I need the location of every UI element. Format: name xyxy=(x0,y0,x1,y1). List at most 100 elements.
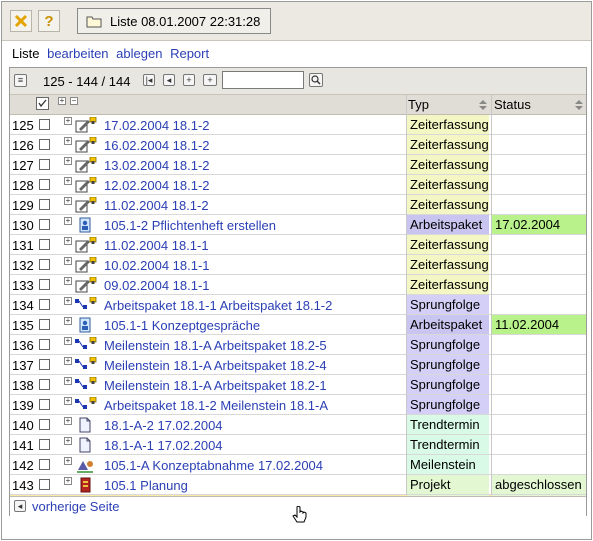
row-checkbox[interactable] xyxy=(39,179,50,190)
previous-page-link[interactable]: vorherige Seite xyxy=(32,499,119,514)
row-name-link[interactable]: 105.1 Planung xyxy=(104,478,188,493)
expand-icon[interactable]: + xyxy=(64,357,72,365)
expand-icon[interactable]: + xyxy=(64,237,72,245)
row-name-link[interactable]: 105.1-1 Konzeptgespräche xyxy=(104,318,260,333)
expand-icon[interactable]: + xyxy=(64,217,72,225)
row-status xyxy=(492,275,586,294)
table-row[interactable]: 132 +10.02.2004 18.1-1 Zeiterfassung xyxy=(10,255,586,275)
expand-icon[interactable]: + xyxy=(64,417,72,425)
list-title-button[interactable]: Liste 08.01.2007 22:31:28 xyxy=(77,8,271,34)
expand-icon[interactable]: + xyxy=(64,177,72,185)
sort-status-icon[interactable] xyxy=(574,99,584,110)
row-name-link[interactable]: 16.02.2004 18.1-2 xyxy=(104,138,210,153)
table-row[interactable]: 126 +16.02.2004 18.1-2 Zeiterfassung xyxy=(10,135,586,155)
row-name-link[interactable]: 105.1-2 Pflichtenheft erstellen xyxy=(104,218,276,233)
table-row[interactable]: 133 +09.02.2004 18.1-1 Zeiterfassung xyxy=(10,275,586,295)
table-row[interactable]: 140 +18.1-A-2 17.02.2004 Trendtermin xyxy=(10,415,586,435)
row-checkbox[interactable] xyxy=(39,419,50,430)
table-row[interactable]: 137 + Meilenstein 18.1-A Arbeitspaket 18.2… xyxy=(10,355,586,375)
prev-page-icon[interactable]: ◂ xyxy=(163,74,175,86)
search-icon[interactable] xyxy=(309,73,323,87)
row-name-link[interactable]: Meilenstein 18.1-A Arbeitspaket 18.2-4 xyxy=(104,358,327,373)
collapse-all-icon[interactable]: − xyxy=(70,97,78,105)
row-checkbox[interactable] xyxy=(39,219,50,230)
row-name-link[interactable]: 09.02.2004 18.1-1 xyxy=(104,278,210,293)
table-row[interactable]: 136 + Meilenstein 18.1-A Arbeitspaket 18.2… xyxy=(10,335,586,355)
row-checkbox[interactable] xyxy=(39,379,50,390)
expand-icon[interactable]: + xyxy=(64,117,72,125)
expand-icon[interactable]: + xyxy=(64,337,72,345)
row-checkbox[interactable] xyxy=(39,479,50,490)
row-checkbox[interactable] xyxy=(39,199,50,210)
row-checkbox[interactable] xyxy=(39,439,50,450)
row-name-link[interactable]: 11.02.2004 18.1-1 xyxy=(104,238,209,253)
expand-icon[interactable]: + xyxy=(64,437,72,445)
row-name-link[interactable]: Meilenstein 18.1-A Arbeitspaket 18.2-5 xyxy=(104,338,327,353)
add-multiple-icon[interactable]: + xyxy=(203,74,217,86)
expand-icon[interactable]: + xyxy=(64,317,72,325)
row-name-link[interactable]: 13.02.2004 18.1-2 xyxy=(104,158,210,173)
row-name-link[interactable]: 11.02.2004 18.1-2 xyxy=(104,198,209,213)
expand-icon[interactable]: + xyxy=(64,257,72,265)
expand-icon[interactable]: + xyxy=(64,477,72,485)
row-checkbox[interactable] xyxy=(39,259,50,270)
table-row[interactable]: 130 +105.1-2 Pflichtenheft erstellen Arbei… xyxy=(10,215,586,235)
row-name-link[interactable]: 18.1-A-2 17.02.2004 xyxy=(104,418,223,433)
row-checkbox[interactable] xyxy=(39,119,50,130)
expand-icon[interactable]: + xyxy=(64,377,72,385)
row-name-link[interactable]: 10.02.2004 18.1-1 xyxy=(104,258,210,273)
menu-ablegen[interactable]: ablegen xyxy=(116,46,162,61)
column-status[interactable]: Status xyxy=(494,95,531,114)
expand-icon[interactable]: + xyxy=(64,297,72,305)
table-row[interactable]: 142 +105.1-A Konzeptabnahme 17.02.2004 Mei… xyxy=(10,455,586,475)
table-row[interactable]: 129 +11.02.2004 18.1-2 Zeiterfassung xyxy=(10,195,586,215)
expand-icon[interactable]: + xyxy=(64,397,72,405)
row-name-link[interactable]: Meilenstein 18.1-A Arbeitspaket 18.2-1 xyxy=(104,378,327,393)
row-checkbox[interactable] xyxy=(39,299,50,310)
table-row[interactable]: 127 +13.02.2004 18.1-2 Zeiterfassung xyxy=(10,155,586,175)
row-name-link[interactable]: Arbeitspaket 18.1-1 Arbeitspaket 18.1-2 xyxy=(104,298,332,313)
menu-bearbeiten[interactable]: bearbeiten xyxy=(47,46,108,61)
row-checkbox[interactable] xyxy=(39,459,50,470)
table-row[interactable]: 141 +18.1-A-1 17.02.2004 Trendtermin xyxy=(10,435,586,455)
help-button[interactable]: ? xyxy=(38,10,60,32)
row-name-link[interactable]: 12.02.2004 18.1-2 xyxy=(104,178,210,193)
row-checkbox[interactable] xyxy=(39,359,50,370)
table-row[interactable]: 138 + Meilenstein 18.1-A Arbeitspaket 18.2… xyxy=(10,375,586,395)
row-name-link[interactable]: Arbeitspaket 18.1-2 Meilenstein 18.1-A xyxy=(104,398,328,413)
expand-all-icon[interactable]: + xyxy=(58,97,66,105)
prev-page-footer-icon[interactable]: ◂ xyxy=(14,500,26,512)
row-name-link[interactable]: 18.1-A-1 17.02.2004 xyxy=(104,438,223,453)
column-typ[interactable]: Typ xyxy=(408,95,429,114)
table-row[interactable]: 135 +105.1-1 Konzeptgespräche Arbeitspaket… xyxy=(10,315,586,335)
expand-icon[interactable]: + xyxy=(64,277,72,285)
menu-report[interactable]: Report xyxy=(170,46,209,61)
row-name-link[interactable]: 105.1-A Konzeptabnahme 17.02.2004 xyxy=(104,458,323,473)
expand-icon[interactable]: + xyxy=(64,457,72,465)
table-row[interactable]: 139 + Arbeitspaket 18.1-2 Meilenstein 18.1… xyxy=(10,395,586,415)
sort-typ-icon[interactable] xyxy=(478,99,488,110)
row-checkbox[interactable] xyxy=(39,279,50,290)
table-row[interactable]: 128 +12.02.2004 18.1-2 Zeiterfassung xyxy=(10,175,586,195)
row-checkbox[interactable] xyxy=(39,159,50,170)
first-page-icon[interactable]: |◂ xyxy=(143,74,155,86)
search-input[interactable] xyxy=(222,71,304,89)
expand-icon[interactable]: + xyxy=(64,137,72,145)
row-name-link[interactable]: 17.02.2004 18.1-2 xyxy=(104,118,210,133)
close-button[interactable] xyxy=(10,10,32,32)
row-checkbox[interactable] xyxy=(39,399,50,410)
expand-icon[interactable]: + xyxy=(64,197,72,205)
list-view-icon[interactable]: ≡ xyxy=(14,74,27,87)
table-row[interactable]: 143 +105.1 Planung Projekt abgeschlossen xyxy=(10,475,586,495)
table-row[interactable]: 134 + Arbeitspaket 18.1-1 Arbeitspaket 18.… xyxy=(10,295,586,315)
table-row[interactable]: 131 +11.02.2004 18.1-1 Zeiterfassung xyxy=(10,235,586,255)
select-all-checkbox[interactable] xyxy=(36,97,49,110)
row-checkbox[interactable] xyxy=(39,339,50,350)
row-checkbox[interactable] xyxy=(39,239,50,250)
close-icon xyxy=(14,14,28,28)
table-row[interactable]: 125 +17.02.2004 18.1-2 Zeiterfassung xyxy=(10,115,586,135)
row-checkbox[interactable] xyxy=(39,139,50,150)
add-icon[interactable]: + xyxy=(183,74,195,86)
row-checkbox[interactable] xyxy=(39,319,50,330)
expand-icon[interactable]: + xyxy=(64,157,72,165)
